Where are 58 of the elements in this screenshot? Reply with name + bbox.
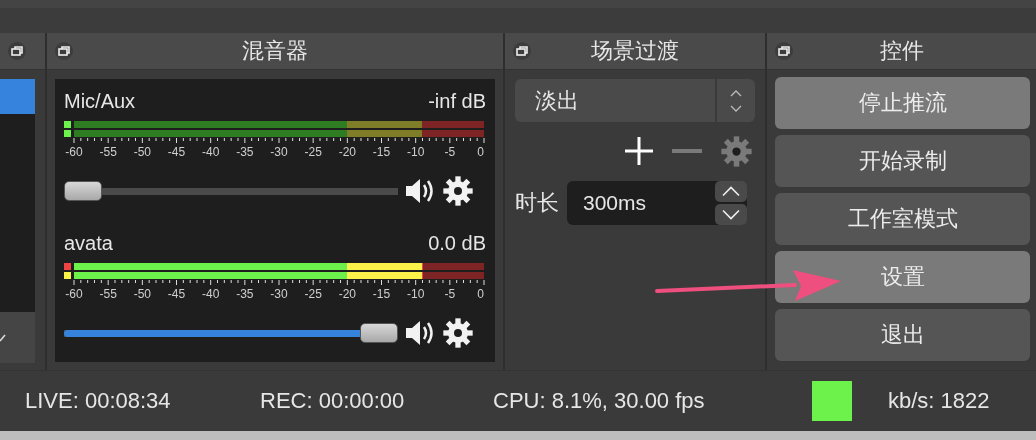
scale-label: -45	[167, 145, 186, 159]
down-chevron-icon[interactable]	[715, 204, 747, 225]
scale-label: -30	[270, 145, 288, 159]
control-button[interactable]: 开始录制	[775, 135, 1030, 187]
cpu-usage: CPU: 8.1%, 30.00 fps	[493, 388, 706, 414]
scale-label: -50	[133, 287, 151, 301]
add-icon[interactable]	[624, 136, 654, 166]
scale-label: -15	[372, 145, 391, 159]
volume-reading: -inf dB	[428, 89, 486, 113]
panel-title: 混音器	[242, 37, 308, 65]
bitrate: kb/s: 1822	[888, 388, 991, 414]
control-button[interactable]: 工作室模式	[775, 193, 1030, 245]
scale-label: 0	[477, 287, 484, 301]
scale-label: -15	[372, 287, 391, 301]
scale-label: -10	[407, 145, 425, 159]
live-time: LIVE: 00:08:34	[25, 388, 172, 414]
speaker-icon[interactable]	[404, 318, 436, 348]
duration-field[interactable]: 300ms	[567, 181, 747, 225]
scale-label: -35	[236, 287, 254, 301]
channel-name: Mic/Aux	[64, 89, 136, 113]
scale-label: -10	[407, 287, 425, 301]
panel-title: 场景过渡	[591, 37, 679, 65]
transition-dropdown[interactable]: 淡出	[515, 79, 755, 122]
rec-time: REC: 00:00:00	[260, 388, 406, 414]
scale-label: -30	[270, 287, 288, 301]
speaker-icon[interactable]	[404, 176, 436, 206]
settings-icon[interactable]	[442, 175, 474, 207]
volume-reading: 0.0 dB	[428, 231, 486, 255]
settings-icon[interactable]	[442, 317, 474, 349]
undock-icon[interactable]	[8, 42, 26, 60]
scale-label: -40	[202, 145, 220, 159]
duration-label: 时长	[515, 189, 559, 217]
undock-icon[interactable]	[55, 42, 73, 60]
undock-icon[interactable]	[775, 42, 793, 60]
scale-label: -55	[99, 287, 117, 301]
control-button[interactable]: 停止推流	[775, 77, 1030, 129]
scale-label: -5	[444, 287, 456, 301]
scale-label: -20	[338, 145, 356, 159]
channel-name: avata	[64, 231, 113, 255]
scale-label: -50	[133, 145, 151, 159]
scale-label: 0	[477, 145, 484, 159]
scale-label: -25	[304, 145, 322, 159]
scale-label: -60	[65, 145, 83, 159]
scale-label: -45	[167, 287, 186, 301]
slider-thumb[interactable]	[360, 323, 398, 343]
panel-title: 控件	[879, 37, 924, 65]
scale-label: -40	[202, 287, 220, 301]
undock-icon[interactable]	[513, 42, 531, 60]
scale-label: -5	[444, 145, 456, 159]
scale-label: -35	[236, 145, 254, 159]
scale-label: -60	[65, 287, 83, 301]
control-button[interactable]: 设置	[775, 251, 1030, 303]
slider-thumb[interactable]	[64, 181, 102, 201]
scale-label: -20	[338, 287, 356, 301]
up-chevron-icon[interactable]	[715, 181, 747, 202]
scale-label: -55	[99, 145, 117, 159]
scale-label: -25	[304, 287, 322, 301]
control-button[interactable]: 退出	[775, 309, 1030, 361]
